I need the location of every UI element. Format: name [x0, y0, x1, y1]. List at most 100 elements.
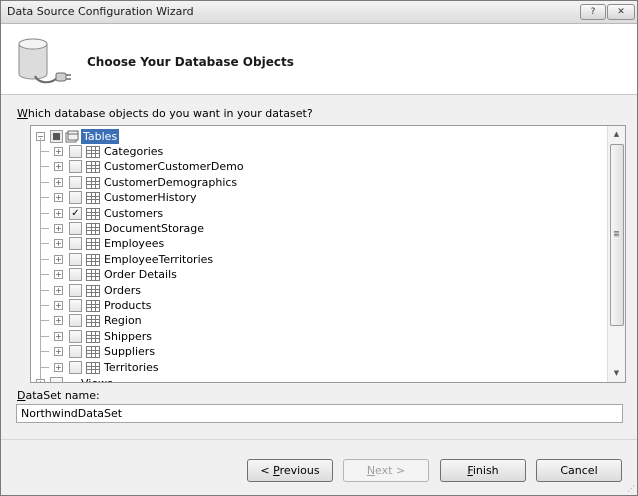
tree-item[interactable]: + Orders — [31, 283, 607, 298]
expand-toggle-icon[interactable]: + — [54, 177, 63, 187]
tree-item[interactable]: + Suppliers — [31, 344, 607, 359]
tree-item[interactable]: + CustomerCustomerDemo — [31, 159, 607, 174]
tree-item[interactable]: + Shippers — [31, 329, 607, 344]
expand-toggle-icon[interactable]: + — [54, 224, 63, 233]
finish-button[interactable]: Finish — [440, 459, 526, 482]
tree-item[interactable]: + EmployeeTerritories — [31, 252, 607, 267]
finish-rest: inish — [472, 464, 499, 477]
table-icon — [86, 330, 100, 343]
previous-button[interactable]: < Previous — [247, 459, 333, 482]
tree-item-label: Region — [104, 314, 142, 328]
tree-item-label: Suppliers — [104, 345, 156, 359]
table-checkbox[interactable] — [69, 252, 82, 266]
table-checkbox[interactable] — [69, 299, 82, 312]
tree-item-label: DocumentStorage — [104, 222, 205, 235]
expand-toggle-icon[interactable]: + — [54, 347, 63, 357]
tree-item[interactable]: + DocumentStorage — [31, 221, 607, 236]
objects-question-label: Which database objects do you want in yo… — [17, 107, 313, 120]
footer-divider — [1, 439, 637, 440]
table-checkbox[interactable] — [69, 268, 82, 282]
tree-connector-line — [41, 166, 49, 168]
table-checkbox[interactable] — [69, 345, 82, 359]
question-mnemonic: W — [17, 107, 28, 120]
table-checkbox[interactable] — [69, 329, 82, 343]
expand-toggle-icon[interactable]: + — [54, 147, 63, 156]
dataset-name-input[interactable] — [16, 404, 623, 423]
table-icon — [86, 300, 100, 312]
expand-toggle-icon[interactable]: + — [54, 331, 63, 341]
table-icon — [86, 284, 100, 297]
tree-item[interactable]: + Order Details — [31, 267, 607, 282]
title-bar[interactable]: Data Source Configuration Wizard ? ✕ — [1, 1, 637, 24]
tree-item[interactable]: + ✓ Customers — [31, 206, 607, 221]
tree-root-views[interactable]: + Views — [31, 376, 607, 382]
table-icon — [86, 269, 100, 282]
tree-item-label: Shippers — [104, 329, 152, 343]
table-checkbox[interactable] — [69, 314, 82, 328]
tree-item[interactable]: + Region — [31, 313, 607, 328]
cancel-button[interactable]: Cancel — [536, 459, 622, 482]
page-title: Choose Your Database Objects — [87, 55, 294, 69]
tree-item-label: Customers — [104, 206, 164, 220]
table-checkbox[interactable] — [69, 222, 82, 235]
tree-item-label: Categories — [104, 145, 164, 158]
table-icon — [86, 238, 100, 251]
expand-toggle-icon[interactable]: + — [54, 270, 63, 280]
tree-vertical-scrollbar[interactable]: ▲ ═ ═ ▼ — [607, 126, 625, 382]
tree-connector-line — [41, 335, 49, 337]
table-checkbox[interactable] — [69, 145, 82, 158]
tree-connector-line — [41, 243, 49, 245]
database-objects-tree[interactable]: − Tables + Categories + CustomerCustomerDem… — [30, 125, 626, 383]
expand-toggle-icon[interactable]: + — [54, 239, 63, 249]
tree-item[interactable]: + Territories — [31, 360, 607, 375]
tree-item[interactable]: + CustomerDemographics — [31, 175, 607, 190]
tree-connector-line — [41, 197, 49, 199]
database-plug-icon — [18, 38, 71, 84]
table-checkbox[interactable] — [69, 283, 82, 297]
next-rest: ext > — [375, 464, 406, 477]
close-button[interactable]: ✕ — [607, 4, 635, 20]
views-checkbox[interactable] — [50, 377, 63, 382]
table-checkbox[interactable]: ✓ — [69, 206, 82, 220]
tree-item[interactable]: + CustomerHistory — [31, 190, 607, 205]
tree-content: − Tables + Categories + CustomerCustomerDem… — [31, 126, 607, 382]
table-checkbox[interactable] — [69, 360, 82, 374]
help-button[interactable]: ? — [580, 4, 606, 20]
expand-toggle-icon[interactable]: + — [54, 316, 63, 326]
tree-connector-line — [41, 181, 49, 183]
tree-connector-line — [41, 305, 49, 306]
tree-item-label: Order Details — [104, 268, 177, 282]
expand-toggle-icon[interactable]: + — [54, 208, 63, 218]
expand-toggle-icon[interactable]: + — [54, 301, 63, 310]
tree-item-label: CustomerHistory — [104, 191, 197, 205]
table-checkbox[interactable] — [69, 175, 82, 189]
scroll-down-arrow-icon[interactable]: ▼ — [608, 365, 625, 382]
scroll-thumb[interactable]: ═ ═ — [610, 144, 624, 326]
dataset-label-text: ataSet name: — [25, 389, 100, 402]
tree-item[interactable]: + Categories — [31, 144, 607, 159]
table-checkbox[interactable] — [69, 191, 82, 205]
next-button[interactable]: Next > — [343, 459, 429, 482]
table-checkbox[interactable] — [69, 237, 82, 251]
table-checkbox[interactable] — [69, 160, 82, 174]
tree-root-tables[interactable]: − Tables — [31, 129, 607, 144]
expand-toggle-icon[interactable]: + — [54, 162, 63, 172]
tree-item-label: CustomerDemographics — [104, 175, 238, 189]
tree-item-label: Territories — [104, 360, 159, 374]
expand-toggle-icon[interactable]: + — [54, 285, 63, 295]
resize-grip-icon[interactable]: ⋰ — [627, 484, 635, 493]
tree-root-label: Tables — [81, 129, 120, 144]
expand-toggle-icon[interactable]: + — [54, 193, 63, 203]
expand-toggle-icon[interactable]: + — [54, 362, 63, 372]
tree-item[interactable]: + Employees — [31, 236, 607, 251]
tree-connector-line — [41, 320, 49, 322]
tree-item[interactable]: + Products — [31, 298, 607, 313]
question-text: hich database objects do you want in you… — [27, 107, 313, 120]
scroll-up-arrow-icon[interactable]: ▲ — [608, 126, 625, 143]
expand-toggle-icon[interactable]: + — [36, 379, 45, 382]
dataset-name-label: DataSet name: — [17, 389, 100, 402]
tables-checkbox[interactable] — [50, 130, 63, 143]
expand-toggle-icon[interactable]: + — [54, 254, 63, 264]
tree-item-label: EmployeeTerritories — [104, 252, 214, 266]
tree-item-label: Orders — [104, 283, 141, 297]
